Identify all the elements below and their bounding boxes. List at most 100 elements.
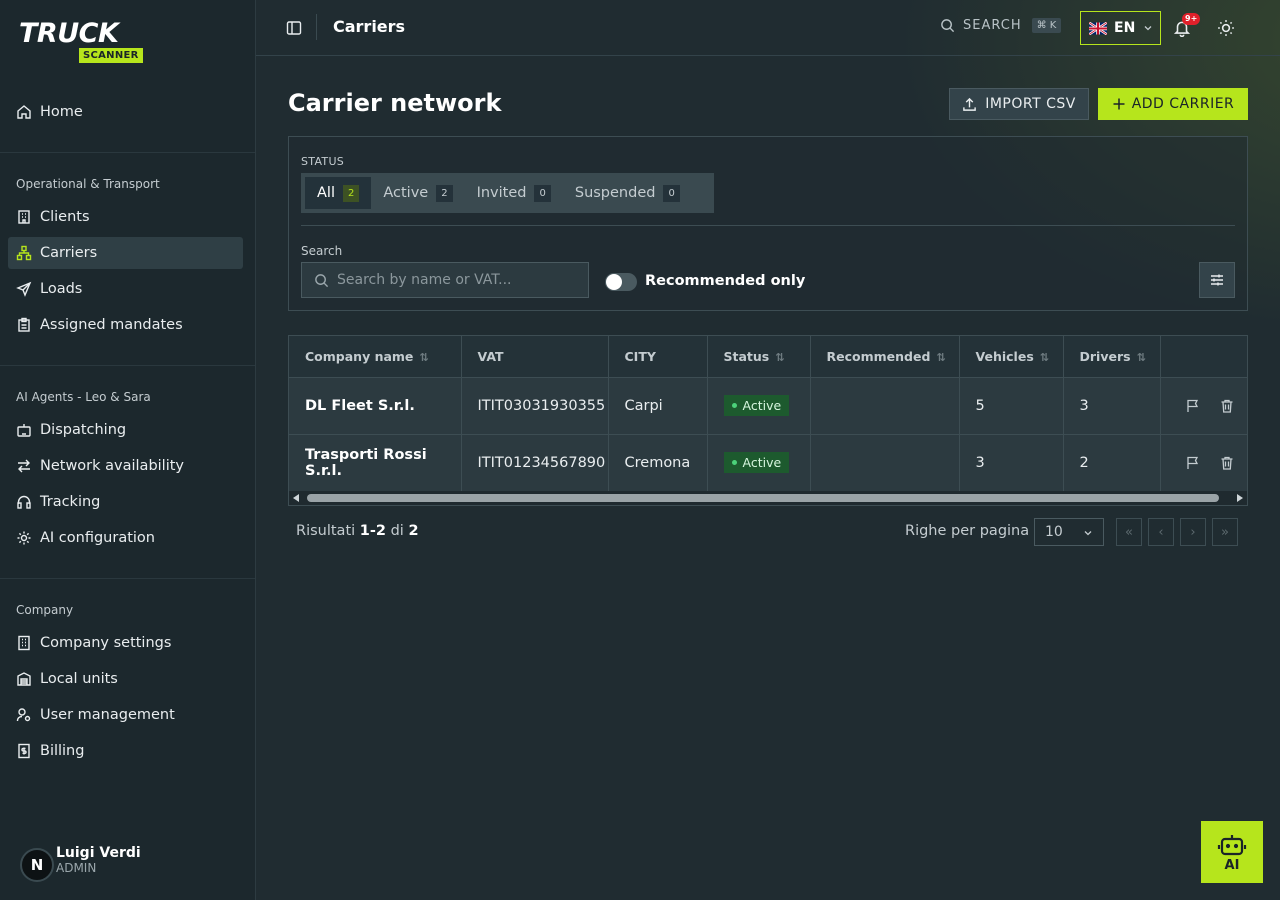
previous-page-button[interactable]: ‹ [1148,518,1174,546]
sort-icon: ⇅ [419,350,429,364]
global-search-button[interactable]: SEARCH ⌘ K [940,18,1062,33]
carriers-table-container: Company name ⇅ VAT CITY Status ⇅ Recommend… [288,335,1248,506]
user-role: ADMIN [56,861,97,875]
tab-active[interactable]: Active 2 [371,177,464,209]
sidebar-item-billing[interactable]: Billing [8,735,243,767]
sidebar-toggle-icon[interactable] [286,20,302,36]
user-name: Luigi Verdi [56,845,141,861]
main-content: Carriers SEARCH ⌘ K EN 9+ Carrier networ… [256,0,1280,900]
sidebar-item-label: Clients [40,209,90,225]
ai-button-label: AI [1224,857,1240,873]
cell-vehicles: 5 [959,377,1064,435]
sidebar-item-clients[interactable]: Clients [8,201,243,233]
sidebar-item-label: Home [40,104,83,120]
next-page-button[interactable]: › [1180,518,1206,546]
chevron-down-icon [1084,531,1092,536]
cell-company-name[interactable]: DL Fleet S.r.l. [289,377,462,435]
table-row[interactable]: Trasporti Rossi S.r.l. ITIT01234567890 C… [289,434,1247,492]
column-label: Recommended [826,348,931,364]
cell-vat: ITIT01234567890 [461,434,609,492]
sidebar-item-dispatching[interactable]: Dispatching [8,414,243,446]
sidebar-item-tracking[interactable]: Tracking [8,486,243,518]
language-selector[interactable]: EN [1080,11,1161,45]
cell-vat: ITIT03031930355 [461,377,609,435]
column-label: Company name [305,348,414,364]
logo-top-text: TRUCK [19,18,119,49]
sidebar-item-label: Loads [40,281,83,297]
tab-count: 2 [342,184,360,202]
tab-all[interactable]: All 2 [305,177,372,209]
add-carrier-label: ADD CARRIER [1131,96,1235,112]
sidebar-divider [0,365,255,366]
avatar: N [20,848,54,882]
status-badge: Active [723,395,790,416]
scroll-thumb[interactable] [307,494,1219,502]
logo-bottom-text: SCANNER [79,48,143,63]
tab-invited[interactable]: Invited 0 [465,177,563,209]
column-header-drivers[interactable]: Drivers ⇅ [1063,336,1161,378]
results-range: 1-2 [359,523,386,539]
keyboard-shortcut: ⌘ K [1031,18,1062,33]
filters-divider [301,225,1235,226]
carrier-search-input[interactable] [337,272,577,288]
sidebar-item-local-units[interactable]: Local units [8,663,243,695]
sidebar-item-assigned-mandates[interactable]: Assigned mandates [8,309,243,341]
rows-per-page-select[interactable]: 10 [1034,518,1104,546]
trash-icon[interactable] [1219,398,1235,414]
sidebar-divider [0,152,255,153]
sort-icon: ⇅ [775,350,785,364]
sidebar-divider [0,578,255,579]
table-row[interactable]: DL Fleet S.r.l. ITIT03031930355 Carpi Ac… [289,377,1247,435]
column-header-company-name[interactable]: Company name ⇅ [289,336,462,378]
horizontal-scrollbar[interactable] [289,491,1247,505]
sidebar-item-ai-configuration[interactable]: AI configuration [8,522,243,554]
home-icon [16,104,32,120]
column-header-recommended[interactable]: Recommended ⇅ [810,336,960,378]
sun-icon[interactable] [1217,19,1235,37]
column-header-vehicles[interactable]: Vehicles ⇅ [959,336,1064,378]
advanced-filters-button[interactable] [1199,262,1235,298]
add-carrier-button[interactable]: ADD CARRIER [1098,88,1248,120]
sidebar-item-user-management[interactable]: User management [8,699,243,731]
flag-icon[interactable] [1185,398,1201,414]
arrows-left-right-icon [16,458,32,474]
sidebar-item-network-availability[interactable]: Network availability [8,450,243,482]
cell-drivers: 2 [1063,434,1161,492]
scroll-left-arrow[interactable] [293,494,299,502]
cell-company-name[interactable]: Trasporti Rossi S.r.l. [289,434,462,492]
sidebar-item-home[interactable]: Home [8,96,243,128]
scroll-right-arrow[interactable] [1237,494,1243,502]
sort-icon: ⇅ [1039,350,1049,364]
notification-badge: 9+ [1182,13,1201,25]
column-header-status[interactable]: Status ⇅ [707,336,811,378]
chevron-right-icon: › [1190,524,1196,540]
first-page-button[interactable]: « [1116,518,1142,546]
sidebar-item-loads[interactable]: Loads [8,273,243,305]
tab-suspended[interactable]: Suspended 0 [563,177,692,209]
ai-assistant-button[interactable]: AI [1201,821,1263,883]
carriers-table: Company name ⇅ VAT CITY Status ⇅ Recommend… [289,336,1247,492]
chevron-down-icon [1144,26,1152,31]
user-profile[interactable]: N Luigi Verdi ADMIN [16,842,141,882]
truck-scanner-logo[interactable]: TRUCK SCANNER [19,20,165,66]
sidebar-section-title: Company [16,603,74,617]
topbar-separator [316,14,317,40]
cell-actions [1160,377,1247,435]
cell-actions [1160,434,1247,492]
import-csv-button[interactable]: IMPORT CSV [949,88,1089,120]
search-icon [315,273,329,287]
tab-label: Suspended [574,185,656,201]
recommended-only-toggle[interactable] [605,273,637,291]
status-filter-label: STATUS [301,155,345,168]
sidebar-item-label: Company settings [40,635,172,651]
trash-icon[interactable] [1219,455,1235,471]
search-label: SEARCH [963,18,1022,33]
tab-label: Invited [476,185,527,201]
last-page-button[interactable]: » [1212,518,1238,546]
sidebar-item-carriers[interactable]: Carriers [8,237,243,269]
flag-icon[interactable] [1185,455,1201,471]
send-icon [16,281,32,297]
chevrons-right-icon: » [1221,524,1229,540]
sidebar-item-company-settings[interactable]: Company settings [8,627,243,659]
status-text: Active [742,398,782,413]
